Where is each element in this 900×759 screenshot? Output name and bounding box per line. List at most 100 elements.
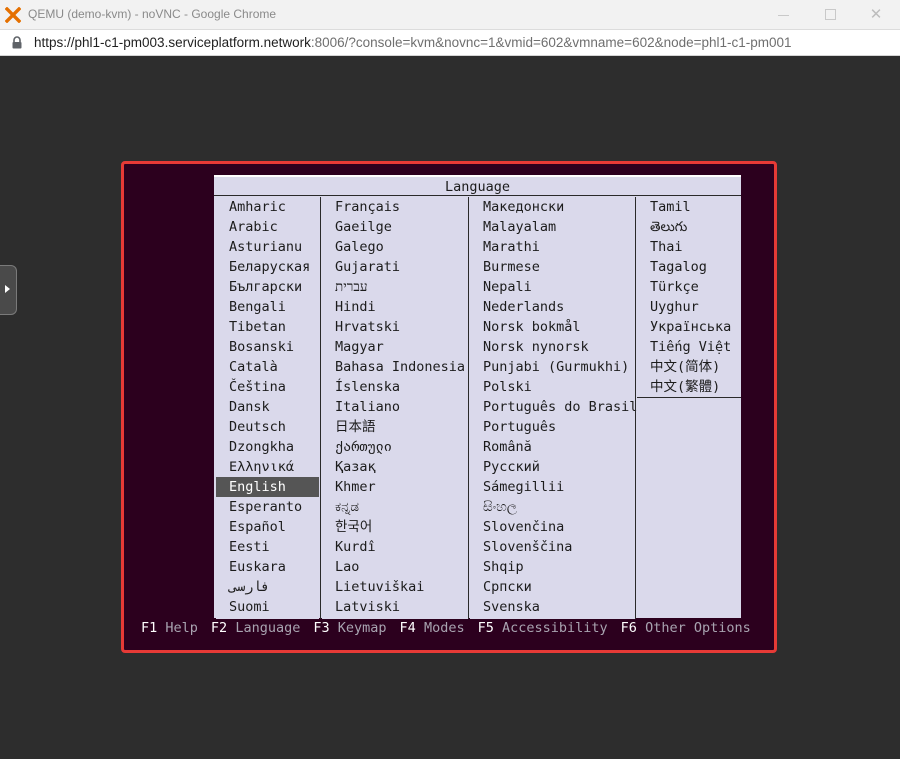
function-key-code: F2 — [210, 620, 228, 636]
function-key-bar: F1 Help F2 Language F3 Keymap F4 Modes F5 Ac… — [141, 619, 751, 637]
language-option[interactable]: فارسی — [216, 577, 319, 597]
lock-icon[interactable] — [11, 36, 23, 49]
language-option[interactable]: Dansk — [216, 397, 319, 417]
language-option[interactable]: Sámegillii — [470, 477, 635, 497]
language-option[interactable]: Latviski — [322, 597, 468, 617]
language-option[interactable]: Tagalog — [637, 257, 740, 277]
language-option[interactable]: Slovenčina — [470, 517, 635, 537]
language-option[interactable]: Magyar — [322, 337, 468, 357]
language-option[interactable]: Български — [216, 277, 319, 297]
function-key-label: Keymap — [337, 620, 387, 636]
language-option[interactable]: Shqip — [470, 557, 635, 577]
language-option[interactable]: Беларуская — [216, 257, 319, 277]
function-key-f6[interactable]: F6 Other Options — [621, 619, 751, 637]
language-option[interactable]: Punjabi (Gurmukhi) — [470, 357, 635, 377]
address-bar[interactable]: https://phl1-c1-pm003.serviceplatform.ne… — [0, 30, 900, 56]
language-option[interactable]: Nederlands — [470, 297, 635, 317]
language-option[interactable]: Esperanto — [216, 497, 319, 517]
language-option[interactable]: Русский — [470, 457, 635, 477]
language-option[interactable]: Gujarati — [322, 257, 468, 277]
language-option[interactable]: Hrvatski — [322, 317, 468, 337]
language-option[interactable]: 한국어 — [322, 517, 468, 537]
language-option[interactable]: Norsk nynorsk — [470, 337, 635, 357]
language-option[interactable]: Català — [216, 357, 319, 377]
language-option[interactable]: Tamil — [637, 197, 740, 217]
language-option[interactable]: Italiano — [322, 397, 468, 417]
language-option[interactable]: Tibetan — [216, 317, 319, 337]
function-key-label: Language — [235, 620, 301, 636]
language-option[interactable]: 中文(繁體) — [637, 377, 740, 397]
language-option[interactable]: Nepali — [470, 277, 635, 297]
function-key-code: F6 — [620, 620, 637, 636]
language-option[interactable]: Română — [470, 437, 635, 457]
language-option[interactable]: Hindi — [322, 297, 468, 317]
language-option[interactable]: Slovenščina — [470, 537, 635, 557]
language-option[interactable]: Čeština — [216, 377, 319, 397]
maximize-button[interactable] — [821, 5, 841, 25]
language-option[interactable]: Dzongkha — [216, 437, 319, 457]
minimize-button[interactable] — [774, 5, 794, 25]
language-option[interactable]: 中文(简体) — [637, 357, 740, 377]
url-text[interactable]: https://phl1-c1-pm003.serviceplatform.ne… — [34, 35, 792, 50]
language-option[interactable]: Malayalam — [470, 217, 635, 237]
function-key-label: Help — [165, 620, 198, 636]
language-option[interactable]: Polski — [470, 377, 635, 397]
language-option[interactable]: Amharic — [216, 197, 319, 217]
language-option[interactable]: Arabic — [216, 217, 319, 237]
function-key-code: F5 — [477, 620, 494, 636]
language-option[interactable]: Português — [470, 417, 635, 437]
close-button[interactable]: ✕ — [866, 5, 886, 25]
language-option[interactable]: Қазақ — [322, 457, 468, 477]
language-option[interactable]: Français — [322, 197, 468, 217]
novnc-control-bar-handle[interactable] — [0, 265, 17, 315]
language-option[interactable]: తెలుగు — [637, 217, 740, 237]
language-option[interactable]: Македонски — [470, 197, 635, 217]
function-key-f2[interactable]: F2 Language — [211, 619, 300, 637]
language-option[interactable]: Ελληνικά — [216, 457, 319, 477]
language-option[interactable]: Português do Brasil — [470, 397, 637, 417]
language-option[interactable]: Türkçe — [637, 277, 740, 297]
language-column-1: Amharic Arabic Asturianu Беларуская Българск… — [216, 197, 319, 619]
language-option[interactable]: Bengali — [216, 297, 319, 317]
language-option[interactable]: සිංහල — [470, 497, 635, 517]
language-option[interactable]: ಕನ್ನಡ — [322, 497, 468, 517]
language-option[interactable]: Kurdî — [322, 537, 468, 557]
function-key-code: F1 — [141, 620, 158, 636]
language-option[interactable]: Tiếng Việt — [637, 337, 740, 357]
language-option[interactable]: Српски — [470, 577, 635, 597]
language-option[interactable]: Suomi — [216, 597, 319, 617]
language-option[interactable]: Lietuviškai — [322, 577, 468, 597]
column-4-bottom-border — [637, 397, 741, 398]
language-option[interactable]: Uyghur — [637, 297, 740, 317]
language-option[interactable]: Bahasa Indonesia — [322, 357, 468, 377]
language-option[interactable]: Español — [216, 517, 319, 537]
language-option[interactable]: Burmese — [470, 257, 635, 277]
url-host: https://phl1-c1-pm003.serviceplatform.ne… — [34, 35, 311, 50]
language-option[interactable]: Galego — [322, 237, 468, 257]
language-option[interactable]: Lao — [322, 557, 468, 577]
function-key-f1[interactable]: F1 Help — [141, 619, 198, 637]
language-option[interactable]: Norsk bokmål — [470, 317, 635, 337]
language-option[interactable]: Eesti — [216, 537, 319, 557]
language-option[interactable]: Íslenska — [322, 377, 468, 397]
language-option[interactable]: Bosanski — [216, 337, 319, 357]
function-key-f5[interactable]: F5 Accessibility — [478, 619, 608, 637]
language-option[interactable]: Svenska — [470, 597, 635, 617]
language-option-selected[interactable]: English — [216, 477, 319, 497]
language-option[interactable]: Marathi — [470, 237, 635, 257]
function-key-code: F4 — [399, 620, 416, 636]
language-option[interactable]: Deutsch — [216, 417, 319, 437]
language-option[interactable]: ქართული — [322, 437, 468, 457]
function-key-f4[interactable]: F4 Modes — [400, 619, 465, 637]
language-option[interactable]: Euskara — [216, 557, 319, 577]
language-option[interactable]: Khmer — [322, 477, 468, 497]
language-option[interactable]: Українська — [637, 317, 740, 337]
language-option[interactable]: עברית — [322, 277, 468, 297]
language-option[interactable]: Thai — [637, 237, 740, 257]
function-key-code: F3 — [313, 620, 330, 636]
column-divider — [635, 197, 636, 619]
function-key-f3[interactable]: F3 Keymap — [313, 619, 386, 637]
language-option[interactable]: Gaeilge — [322, 217, 468, 237]
language-option[interactable]: 日本語 — [322, 417, 468, 437]
language-option[interactable]: Asturianu — [216, 237, 319, 257]
